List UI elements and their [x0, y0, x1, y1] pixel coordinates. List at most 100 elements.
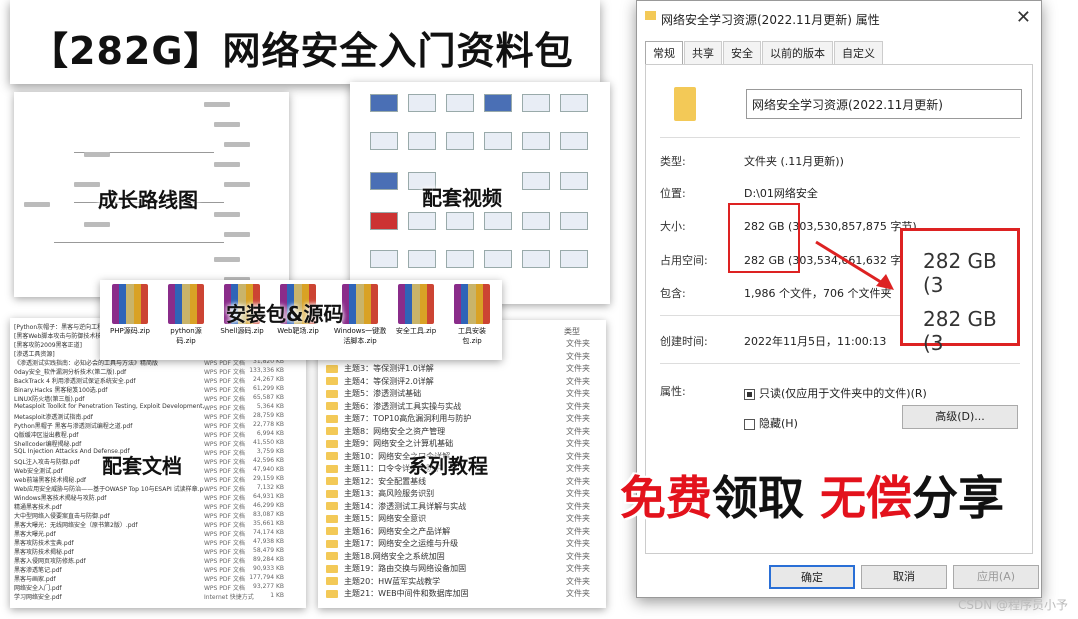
- doc-size: 35,661 KB: [253, 520, 284, 527]
- doc-name: 网络安全入门.pdf: [14, 585, 62, 592]
- zip-file: 工具安装包.zip: [450, 284, 494, 346]
- doc-row[interactable]: Metasploit Toolkit for Penetration Testi…: [14, 403, 284, 412]
- course-name: 主题17：网络安全之运维与升级: [344, 539, 459, 548]
- course-name: 主题15：网络安全意识: [344, 514, 427, 523]
- ok-button[interactable]: 确定: [769, 565, 855, 589]
- doc-type: WPS PDF 文档: [204, 540, 245, 547]
- doc-row[interactable]: Q版缓冲区溢出教程.pdf WPS PDF 文档 6,994 KB: [14, 430, 284, 439]
- doc-type: WPS PDF 文档: [204, 576, 245, 583]
- doc-size: 90,933 KB: [253, 565, 284, 572]
- folder-icon: [326, 414, 338, 423]
- course-label: 系列教程: [408, 454, 488, 478]
- doc-name: Metasploit渗透测试指南.pdf: [14, 414, 93, 421]
- tab-sharing[interactable]: 共享: [684, 41, 722, 64]
- winrar-icon: [168, 284, 204, 324]
- course-type: 文件夹: [566, 564, 590, 573]
- course-row[interactable]: 主题15：网络安全意识 文件夹: [326, 513, 596, 524]
- doc-row[interactable]: 大中型网络入侵要案直击与防御.pdf WPS PDF 文档 83,087 KB: [14, 511, 284, 520]
- doc-type: WPS PDF 文档: [204, 486, 245, 493]
- doc-row[interactable]: Shellcoder编程揭秘.pdf WPS PDF 文档 41,550 KB: [14, 439, 284, 448]
- doc-name: 精通黑客技术.pdf: [14, 504, 62, 511]
- doc-row[interactable]: 网络安全入门.pdf WPS PDF 文档 93,277 KB: [14, 583, 284, 592]
- doc-row[interactable]: 黑客大曝光：无线网络安全（原书第2版）.pdf WPS PDF 文档 35,661 …: [14, 520, 284, 529]
- course-name: 主题14：渗透测试工具详解与实战: [344, 501, 467, 511]
- doc-row[interactable]: 黑客渗透笔记.pdf WPS PDF 文档 90,933 KB: [14, 565, 284, 574]
- tab-general[interactable]: 常规: [645, 41, 683, 64]
- doc-size: 58,479 KB: [253, 547, 284, 554]
- course-type: 文件夹: [566, 451, 590, 461]
- course-name: 主题4：等保测评2.0详解: [344, 376, 434, 386]
- doc-row[interactable]: Binary.Hacks 黑客秘笈100选.pdf WPS PDF 文档 61,29…: [14, 385, 284, 394]
- created-label: 创建时间:: [660, 335, 708, 348]
- doc-row[interactable]: 黑客大曝光.pdf WPS PDF 文档 74,174 KB: [14, 529, 284, 538]
- folder-icon: [326, 589, 338, 598]
- doc-size: 133,336 KB: [249, 367, 284, 374]
- course-name: 主题3：等保测评1.0详解: [344, 364, 434, 373]
- doc-size: 93,277 KB: [253, 583, 284, 590]
- course-type: 文件夹: [566, 339, 590, 348]
- doc-size: 64,931 KB: [253, 493, 284, 500]
- advanced-button[interactable]: 高级(D)...: [902, 405, 1018, 429]
- course-row[interactable]: 主题13：高风险服务识别 文件夹: [326, 488, 596, 499]
- tab-security[interactable]: 安全: [723, 41, 761, 64]
- cancel-button[interactable]: 取消: [861, 565, 947, 589]
- course-row[interactable]: 主题8：网络安全之资产管理 文件夹: [326, 426, 596, 437]
- doc-size: 61,299 KB: [253, 385, 284, 392]
- doc-row[interactable]: Web应用安全威胁与防治——基于OWASP Top 10与ESAPI 试读样章.…: [14, 484, 284, 493]
- doc-type: WPS PDF 文档: [204, 495, 245, 502]
- apply-button[interactable]: 应用(A): [953, 565, 1039, 589]
- doc-row[interactable]: Python黑帽子 黑客与渗透测试编程之道.pdf WPS PDF 文档 22,77…: [14, 421, 284, 430]
- course-row[interactable]: 主题6：渗透测试工具实操与实战 文件夹: [326, 401, 596, 412]
- doc-row[interactable]: 学习网络安全.pdf Internet 快捷方式 1 KB: [14, 592, 284, 601]
- hidden-checkbox[interactable]: 隐藏(H): [744, 415, 798, 431]
- doc-name: Web应用安全威胁与防治——基于OWASP Top 10与ESAPI 试读样章.…: [14, 486, 204, 493]
- doc-row[interactable]: 0day安全_软件漏洞分析技术(第二版).pdf WPS PDF 文档 133,33…: [14, 367, 284, 376]
- doc-size: 47,940 KB: [253, 466, 284, 473]
- doc-row[interactable]: 黑客攻防技术宝典.pdf WPS PDF 文档 47,938 KB: [14, 538, 284, 547]
- videos-preview: 配套视频: [350, 82, 610, 304]
- course-row[interactable]: 主题20：HW蓝军实战教学 文件夹: [326, 576, 596, 587]
- folder-icon: [645, 11, 656, 20]
- tab-customize[interactable]: 自定义: [834, 41, 883, 64]
- dialog-title: 网络安全学习资源(2022.11月更新) 属性: [661, 13, 880, 27]
- course-row[interactable]: 主题4：等保测评2.0详解 文件夹: [326, 376, 596, 387]
- course-row[interactable]: 主题18.网络安全之系统加固 文件夹: [326, 551, 596, 562]
- course-row[interactable]: 主题21：WEB中间件和数据库加固 文件夹: [326, 588, 596, 599]
- course-row[interactable]: 主题16：网络安全之产品详解 文件夹: [326, 526, 596, 537]
- close-icon[interactable]: ✕: [1016, 7, 1031, 28]
- doc-type: WPS PDF 文档: [204, 585, 245, 592]
- doc-row[interactable]: Metasploit渗透测试指南.pdf WPS PDF 文档 28,759 KB: [14, 412, 284, 421]
- course-row[interactable]: 主题14：渗透测试工具详解与实战 文件夹: [326, 501, 596, 512]
- course-row[interactable]: 主题9：网络安全之计算机基础 文件夹: [326, 438, 596, 449]
- course-name: 主题13：高风险服务识别: [344, 489, 435, 498]
- doc-row[interactable]: 黑客与画家.pdf WPS PDF 文档 177,794 KB: [14, 574, 284, 583]
- course-row[interactable]: 主题7：TOP10高危漏洞利用与防护 文件夹: [326, 413, 596, 424]
- doc-row[interactable]: 精通黑客技术.pdf WPS PDF 文档 46,299 KB: [14, 502, 284, 511]
- doc-type: WPS PDF 文档: [204, 396, 245, 403]
- course-type: 文件夹: [566, 539, 590, 548]
- doc-type: WPS PDF 文档: [204, 432, 245, 439]
- tab-previous-versions[interactable]: 以前的版本: [762, 41, 833, 64]
- course-name: 主题21：WEB中间件和数据库加固: [344, 589, 469, 598]
- doc-type: WPS PDF 文档: [204, 567, 245, 574]
- doc-row[interactable]: 黑客攻防技术揭秘.pdf WPS PDF 文档 58,479 KB: [14, 547, 284, 556]
- doc-name: BackTrack 4 利用渗透测试保证系统安全.pdf: [14, 378, 136, 385]
- course-row[interactable]: 主题19：路由交换与网络设备加固 文件夹: [326, 563, 596, 574]
- doc-row[interactable]: 黑客入侵网页攻防修炼.pdf WPS PDF 文档 89,284 KB: [14, 556, 284, 565]
- course-row[interactable]: 主题17：网络安全之运维与升级 文件夹: [326, 538, 596, 549]
- doc-row[interactable]: BackTrack 4 利用渗透测试保证系统安全.pdf WPS PDF 文档 24…: [14, 376, 284, 385]
- doc-type: WPS PDF 文档: [204, 387, 245, 394]
- doc-name: Python黑帽子 黑客与渗透测试编程之道.pdf: [14, 423, 133, 430]
- doc-name: Metasploit Toolkit for Penetration Testi…: [14, 403, 204, 410]
- doc-row[interactable]: LINUX防火墙(第三版).pdf WPS PDF 文档 65,587 KB: [14, 394, 284, 403]
- folder-name-field[interactable]: 网络安全学习资源(2022.11月更新): [746, 89, 1022, 119]
- doc-size: 47,938 KB: [253, 538, 284, 545]
- doc-size: 1 KB: [270, 592, 284, 599]
- doc-row[interactable]: Windows黑客技术揭秘与攻防.pdf WPS PDF 文档 64,931 KB: [14, 493, 284, 502]
- contains-label: 包含:: [660, 287, 686, 300]
- doc-size: 22,778 KB: [253, 421, 284, 428]
- readonly-checkbox[interactable]: 只读(仅应用于文件夹中的文件)(R): [744, 385, 927, 401]
- course-row[interactable]: 主题5：渗透测试基础 文件夹: [326, 388, 596, 399]
- doc-type: WPS PDF 文档: [204, 414, 245, 421]
- course-row[interactable]: 主题3：等保测评1.0详解 文件夹: [326, 363, 596, 374]
